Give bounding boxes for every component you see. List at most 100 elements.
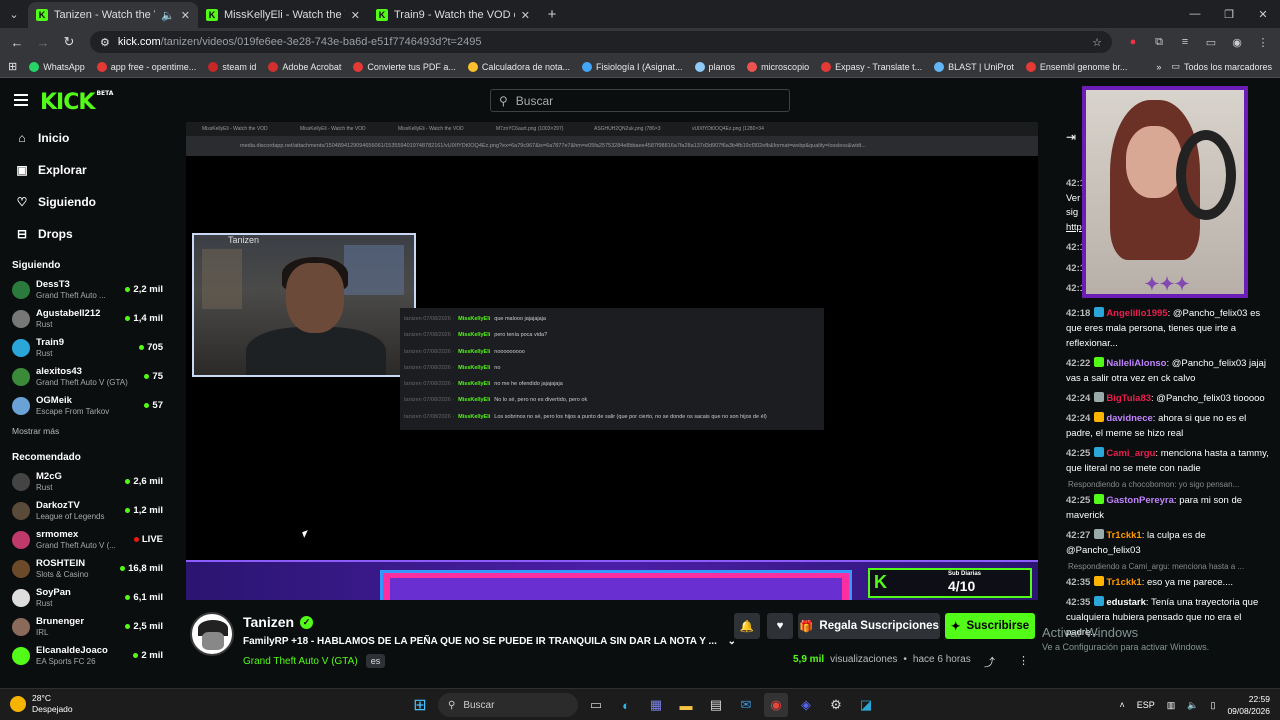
split-view-icon[interactable]: ▭	[1200, 31, 1222, 53]
site-info-icon[interactable]: ⚙	[100, 36, 110, 49]
chrome-icon[interactable]: ◉	[764, 693, 788, 717]
video-player[interactable]: MissKellyEli - Watch the VOD MissKellyEl…	[186, 122, 1038, 600]
chat-username[interactable]: BigTula83	[1106, 393, 1151, 404]
chat-message[interactable]: 42:24 BigTula83: @Pancho_felix03 tiooooo	[1060, 389, 1274, 409]
bookmark-item[interactable]: Fisiología I (Asignat...	[581, 61, 683, 72]
profile-avatar-icon[interactable]: ◉	[1226, 31, 1248, 53]
bookmark-star-icon[interactable]: ☆	[1092, 36, 1102, 49]
recommended-channel[interactable]: Brunenger IRL 2,5 mil	[0, 612, 175, 641]
chat-message[interactable]: 42:18 Angelillo1995: @Pancho_felix03 es q…	[1060, 304, 1274, 354]
nav-explorar[interactable]: ▣ Explorar	[0, 154, 175, 186]
chat-message[interactable]: 42:35 Tr1ckk1: eso ya me parece....	[1060, 573, 1274, 593]
extension-icon[interactable]: ●	[1122, 31, 1144, 53]
discord-icon[interactable]: ◈	[794, 693, 818, 717]
all-bookmarks-folder[interactable]: ▭ Todos los marcadores	[1171, 61, 1272, 72]
bookmark-item[interactable]: WhatsApp	[29, 61, 85, 72]
apps-grid-icon[interactable]: ⊞	[8, 60, 17, 73]
menu-hamburger-icon[interactable]	[14, 94, 28, 106]
share-icon[interactable]: ⤴	[984, 654, 995, 670]
kick-logo[interactable]: KICK BETA	[40, 90, 113, 115]
following-channel[interactable]: alexitos43 Grand Theft Auto V (GTA) 75	[0, 362, 175, 391]
bookmark-item[interactable]: microscopio	[747, 61, 809, 72]
bookmark-item[interactable]: Adobe Acrobat	[268, 61, 341, 72]
collapse-chat-icon[interactable]: ⇥	[1066, 130, 1076, 144]
chat-username[interactable]: Angelillo1995	[1106, 308, 1167, 319]
close-window-icon[interactable]: ✕	[1246, 0, 1280, 28]
recommended-channel[interactable]: srmomex Grand Theft Auto V (... LIVE	[0, 525, 175, 554]
browser-menu-icon[interactable]: ⋮	[1252, 31, 1274, 53]
tab-close-icon[interactable]: ✕	[351, 9, 360, 22]
steam-icon[interactable]: ⚙	[824, 693, 848, 717]
minimize-icon[interactable]: —	[1178, 0, 1212, 28]
tab-close-icon[interactable]: ✕	[181, 9, 190, 22]
tab-search-icon[interactable]: ⌄	[0, 0, 28, 28]
following-channel[interactable]: OGMeik Escape From Tarkov 57	[0, 391, 175, 420]
gift-subs-button[interactable]: 🎁 Regala Suscripciones	[798, 613, 940, 639]
battery-icon[interactable]: ▯	[1211, 700, 1216, 711]
bookmark-item[interactable]: Calculadora de nota...	[467, 61, 570, 72]
chat-message[interactable]: 42:24 davidnece: ahora si que no es el pa…	[1060, 409, 1274, 444]
back-icon[interactable]: ←	[6, 31, 28, 53]
task-view-icon[interactable]: ▭	[584, 693, 608, 717]
reload-icon[interactable]: ↻	[58, 31, 80, 53]
restore-icon[interactable]: ❐	[1212, 0, 1246, 28]
bookmark-item[interactable]: Ensembl genome br...	[1025, 61, 1127, 72]
subscribe-button[interactable]: ✦ Suscribirse	[945, 613, 1035, 639]
extensions-puzzle-icon[interactable]: ⧉	[1148, 31, 1170, 53]
weather-widget[interactable]: 28°C Despejado	[10, 693, 73, 715]
recommended-channel[interactable]: ElcanaldeJoaco EA Sports FC 26 2 mil	[0, 641, 175, 670]
store-icon[interactable]: ▤	[704, 693, 728, 717]
bookmark-item[interactable]: Expasy - Translate t...	[821, 61, 922, 72]
teams-icon[interactable]: ▦	[644, 693, 668, 717]
bookmark-item[interactable]: app free - opentime...	[96, 61, 196, 72]
recommended-channel[interactable]: DarkozTV League of Legends 1,2 mil	[0, 496, 175, 525]
more-options-icon[interactable]: ⋮	[1018, 654, 1029, 667]
following-channel[interactable]: DessT3 Grand Theft Auto ... 2,2 mil	[0, 275, 175, 304]
chat-message[interactable]: 42:25 Cami_argu: menciona hasta a tammy, …	[1060, 444, 1274, 479]
chat-message[interactable]: 42:22 NalleliAlonso: @Pancho_felix03 jaja…	[1060, 354, 1274, 389]
bookmark-item[interactable]: steam id	[208, 61, 256, 72]
new-tab-button[interactable]: +	[538, 2, 566, 28]
notification-bell-button[interactable]: 🔔	[734, 613, 760, 639]
browser-tab-3[interactable]: K Train9 - Watch the VOD on Kick ✕	[368, 2, 538, 28]
tab-audio-icon[interactable]: 🔈	[161, 9, 175, 22]
edge-icon[interactable]: ◐	[614, 693, 638, 717]
volume-icon[interactable]: 🔈	[1187, 700, 1198, 711]
following-channel[interactable]: Agustabell212 Rust 1,4 mil	[0, 304, 175, 333]
chat-username[interactable]: Cami_argu	[1106, 448, 1155, 459]
show-more-link[interactable]: Mostrar más	[0, 420, 175, 442]
search-input[interactable]: ⚲ Buscar	[490, 89, 790, 112]
following-channel[interactable]: Train9 Rust 705	[0, 333, 175, 362]
chat-message[interactable]: 42:27 Tr1ckk1: la culpa es de @Pancho_fel…	[1060, 526, 1274, 561]
more-bookmarks-icon[interactable]: »	[1156, 62, 1161, 72]
file-explorer-icon[interactable]: ▬	[674, 693, 698, 717]
stream-category-link[interactable]: Grand Theft Auto V (GTA)	[243, 656, 358, 667]
bookmark-item[interactable]: BLAST | UniProt	[934, 61, 1014, 72]
taskbar-search[interactable]: ⚲ Buscar	[438, 693, 578, 717]
browser-tab-1[interactable]: K Tanizen - Watch the VOD o 🔈 ✕	[28, 2, 198, 28]
nav-drops[interactable]: ⊟ Drops	[0, 218, 175, 250]
chat-username[interactable]: NalleliAlonso	[1106, 358, 1166, 369]
chat-username[interactable]: davidnece	[1106, 413, 1152, 424]
network-icon[interactable]: ▥	[1167, 700, 1176, 711]
media-control-icon[interactable]: ≡	[1174, 31, 1196, 53]
nav-inicio[interactable]: ⌂ Inicio	[0, 122, 175, 154]
streamer-avatar[interactable]	[190, 612, 234, 656]
bookmark-item[interactable]: Convierte tus PDF a...	[353, 61, 456, 72]
tab-close-icon[interactable]: ✕	[521, 9, 530, 22]
tray-expand-icon[interactable]: ˄	[1119, 700, 1124, 710]
follow-heart-button[interactable]: ♥	[767, 613, 793, 639]
forward-icon[interactable]: →	[32, 31, 54, 53]
bookmark-item[interactable]: planos	[694, 61, 735, 72]
nav-siguiendo[interactable]: ♡ Siguiendo	[0, 186, 175, 218]
chat-username[interactable]: Tr1ckk1	[1106, 577, 1141, 588]
address-bar[interactable]: ⚙ kick.com/tanizen/videos/019fe6ee-3e28-…	[90, 31, 1112, 53]
language-tag[interactable]: es	[365, 654, 386, 668]
mail-icon[interactable]: ✉	[734, 693, 758, 717]
app-icon[interactable]: ◪	[854, 693, 878, 717]
chat-message[interactable]: 42:25 GastonPereyra: para mi son de maver…	[1060, 491, 1274, 526]
browser-tab-2[interactable]: K MissKellyEli - Watch the VOD o ✕	[198, 2, 368, 28]
language-indicator[interactable]: ESP	[1137, 700, 1155, 710]
clock[interactable]: 22:59 09/08/2026	[1227, 693, 1270, 717]
recommended-channel[interactable]: SoyPan Rust 6,1 mil	[0, 583, 175, 612]
